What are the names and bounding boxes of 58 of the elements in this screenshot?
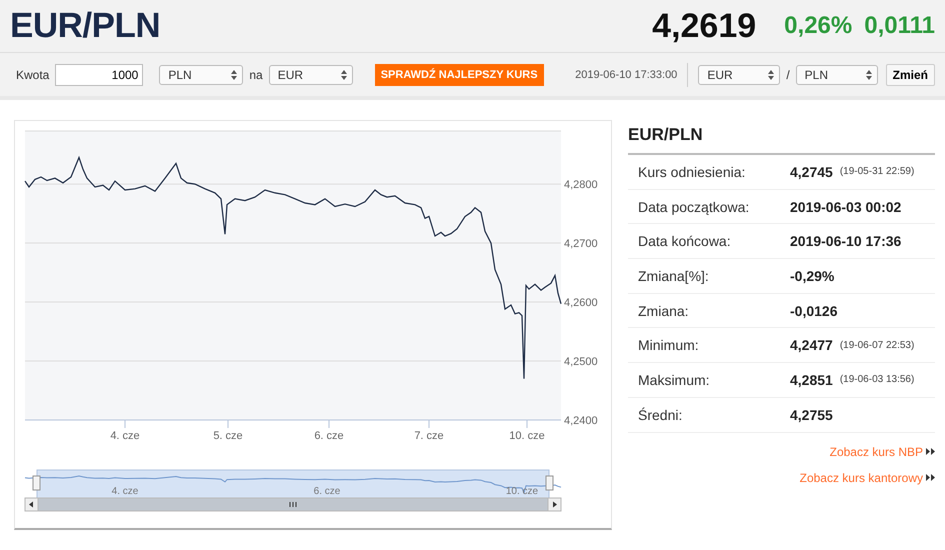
- up-down-icon: [340, 70, 347, 80]
- y-axis-label: 4,2600: [564, 297, 598, 310]
- stat-value: 4,2477: [790, 337, 833, 354]
- stat-label: Data początkowa:: [638, 198, 750, 215]
- stat-value: 4,2851: [790, 372, 833, 388]
- up-down-icon: [768, 70, 774, 80]
- y-axis-label: 4,2800: [564, 179, 598, 192]
- x-axis-label: 5. cze: [213, 430, 243, 442]
- navigator-handle[interactable]: [32, 476, 40, 490]
- stat-label: Data końcowa:: [638, 233, 732, 250]
- amount-label: Kwota: [16, 68, 50, 82]
- stat-value: -0,0126: [790, 302, 838, 319]
- double-arrow-icon: [926, 448, 935, 455]
- x-axis-label: 4. cze: [110, 430, 140, 442]
- scroll-left-icon[interactable]: [24, 498, 38, 512]
- stat-label: Minimum:: [638, 337, 700, 354]
- stat-date: (19-05-31 22:59): [840, 166, 914, 178]
- stat-label: Maksimum:: [638, 372, 711, 388]
- stat-label: Kurs odniesienia:: [638, 164, 746, 180]
- stat-value: 4,2755: [790, 406, 833, 423]
- scroll-right-icon[interactable]: [548, 498, 562, 512]
- change-value: 0,0111: [864, 12, 935, 40]
- to-label: na: [249, 68, 263, 82]
- currency-select[interactable]: PLN: [796, 64, 878, 84]
- up-down-icon: [231, 70, 238, 80]
- y-axis-label: 4,2500: [564, 356, 598, 368]
- y-axis-label: 4,2700: [564, 238, 598, 250]
- up-down-icon: [866, 70, 872, 80]
- stat-date: (19-06-07 22:53): [840, 340, 914, 351]
- stat-label: Średni:: [638, 406, 684, 423]
- swap-button[interactable]: Zmień: [886, 64, 935, 86]
- navigator-label: 4. cze: [112, 486, 138, 497]
- double-arrow-icon: [926, 474, 935, 481]
- x-axis-label: 10. cze: [509, 430, 545, 442]
- stat-value: -0,29%: [790, 268, 834, 284]
- currency-select[interactable]: EUR: [698, 64, 780, 84]
- amount-field[interactable]: 1000: [55, 64, 144, 86]
- stat-value: 2019-06-03 00:02: [790, 198, 902, 215]
- scrollbar-thumb[interactable]: [38, 498, 548, 512]
- stat-label: Zmiana:: [638, 302, 690, 319]
- change-percent: 0,26%: [784, 12, 852, 40]
- stat-value: 2019-06-10 17:36: [790, 233, 902, 250]
- stats-title: EUR/PLN: [628, 120, 935, 155]
- navigator-label: 10. cze: [506, 486, 538, 497]
- timestamp: 2019-06-10 17:33:00: [575, 62, 688, 86]
- stat-value: 4,2745: [790, 164, 833, 180]
- pair-separator: /: [786, 68, 790, 82]
- stat-date: (19-06-03 13:56): [840, 374, 914, 386]
- x-axis-label: 6. cze: [314, 430, 344, 442]
- y-axis-label: 4,2400: [564, 415, 598, 427]
- currency-select[interactable]: PLN: [159, 64, 244, 84]
- exchange-rate: 4,2619: [652, 6, 756, 46]
- navigator-handle[interactable]: [546, 476, 554, 490]
- pair-title: EUR/PLN: [10, 6, 162, 46]
- x-axis-label: 7. cze: [414, 430, 444, 442]
- navigator-label: 6. cze: [314, 486, 340, 497]
- currency-select[interactable]: EUR: [268, 64, 353, 84]
- stat-label: Zmiana[%]:: [638, 268, 710, 284]
